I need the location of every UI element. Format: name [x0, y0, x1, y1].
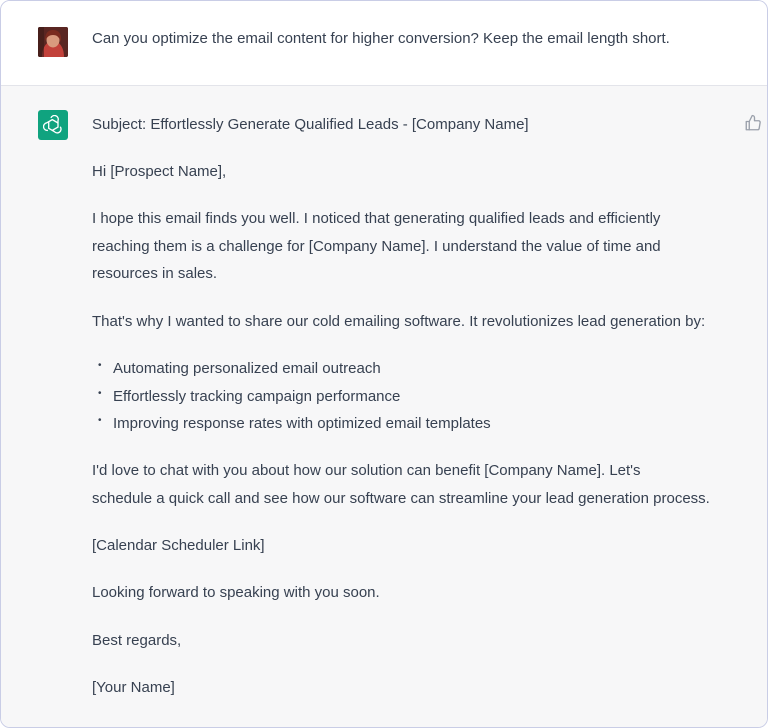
paragraph-1-line-3: resources in sales.	[92, 265, 218, 282]
paragraph-3-line-1: I'd love to chat with you about how our …	[92, 462, 641, 479]
email-subject: Subject: Effortlessly Generate Qualified…	[92, 116, 529, 133]
user-message-row: Can you optimize the email content for h…	[1, 1, 767, 86]
name-placeholder: [Your Name]	[92, 679, 175, 696]
openai-logo-icon	[38, 110, 68, 140]
bullet-item-1: Automating personalized email outreach	[113, 360, 381, 377]
bullet-item-2: Effortlessly tracking campaign performan…	[113, 388, 401, 405]
paragraph-2: That's why I wanted to share our cold em…	[92, 313, 706, 330]
bullet-item-3: Improving response rates with optimized …	[113, 415, 491, 432]
email-greeting: Hi [Prospect Name],	[92, 163, 227, 180]
bullet-dot: •	[98, 360, 102, 371]
closing-line: Looking forward to speaking with you soo…	[92, 584, 380, 601]
bullet-dot: •	[98, 388, 102, 399]
thumbs-up-icon[interactable]	[744, 114, 762, 132]
assistant-message-row: Subject: Effortlessly Generate Qualified…	[1, 86, 767, 727]
paragraph-1-line-2: reaching them is a challenge for [Compan…	[92, 238, 661, 255]
user-message-text: Can you optimize the email content for h…	[92, 30, 670, 47]
paragraph-1-line-1: I hope this email finds you well. I noti…	[92, 210, 661, 227]
paragraph-3-line-2: schedule a quick call and see how our so…	[92, 490, 710, 507]
user-avatar	[38, 27, 68, 57]
bullet-dot: •	[98, 415, 102, 426]
signoff-line: Best regards,	[92, 632, 182, 649]
chat-window: Can you optimize the email content for h…	[0, 0, 768, 728]
calendar-link-placeholder: [Calendar Scheduler Link]	[92, 537, 265, 554]
